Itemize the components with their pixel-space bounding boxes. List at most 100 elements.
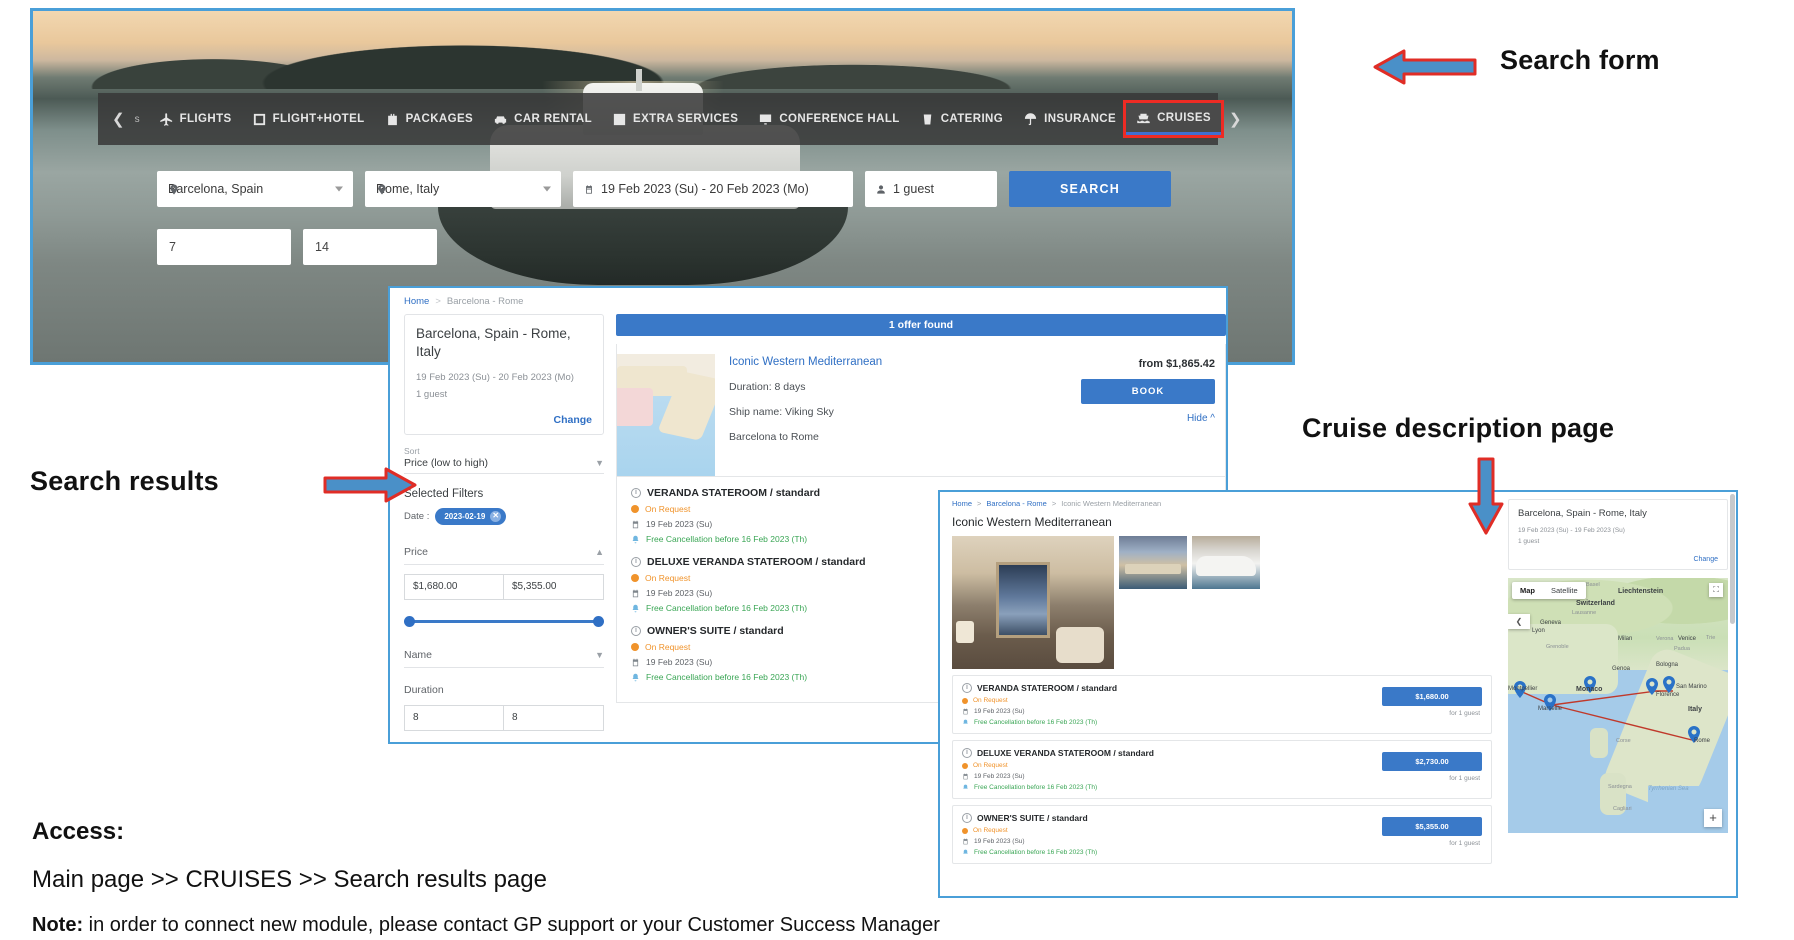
- cabin-price-button[interactable]: $5,355.00: [1382, 817, 1482, 836]
- nav-item-catering[interactable]: CATERING: [910, 105, 1013, 134]
- chevron-left-icon[interactable]: ❮: [1508, 613, 1530, 629]
- access-path: Main page >> CRUISES >> Search results p…: [32, 866, 547, 893]
- duration-max-input[interactable]: 14: [303, 229, 437, 265]
- map-pin-florence[interactable]: [1663, 675, 1675, 693]
- nav-label: CRUISES: [1157, 111, 1211, 124]
- price-filter-header[interactable]: Price ▲: [404, 537, 604, 565]
- summary-guests: 1 guest: [416, 388, 448, 400]
- chevron-up-icon: ▲: [595, 546, 604, 557]
- map-label-basel: Basel: [1586, 581, 1600, 588]
- map-tab-satellite[interactable]: Satellite: [1543, 582, 1586, 599]
- cabin-date: 19 Feb 2023 (Su): [974, 708, 1025, 715]
- room-status: On Request: [645, 642, 691, 652]
- duration-filter-min[interactable]: 8: [404, 704, 504, 731]
- nav-prev-icon[interactable]: ❮: [104, 110, 133, 128]
- destination-field[interactable]: Rome, Italy: [365, 171, 561, 207]
- map-label-milan: Milan: [1618, 635, 1633, 642]
- price-min-input[interactable]: $1,680.00: [404, 573, 504, 600]
- map-label-lyon: Lyon: [1532, 627, 1545, 634]
- duration-range-row: 7 14: [157, 229, 437, 265]
- note-label: Note:: [32, 914, 84, 936]
- search-button[interactable]: SEARCH: [1009, 171, 1171, 207]
- offer-route: Barcelona to Rome: [729, 431, 819, 443]
- cabin-price-button[interactable]: $2,730.00: [1382, 752, 1482, 771]
- car-icon: [495, 115, 507, 124]
- guests-field[interactable]: 1 guest: [865, 171, 997, 207]
- map-tab-map[interactable]: Map: [1512, 582, 1543, 599]
- info-icon[interactable]: i: [631, 626, 641, 636]
- nav-item-insurance[interactable]: INSURANCE: [1013, 105, 1126, 134]
- cabin-status-row: On Request: [962, 762, 1358, 769]
- close-icon[interactable]: ✕: [490, 510, 502, 522]
- chevron-down-icon: ▼: [595, 649, 604, 660]
- bell-icon: [963, 719, 968, 724]
- price-max-input[interactable]: $5,355.00: [504, 573, 604, 600]
- breadcrumb-home[interactable]: Home: [952, 499, 972, 508]
- bell-icon: [963, 784, 968, 789]
- scrollbar-thumb[interactable]: [1730, 494, 1735, 624]
- origin-field[interactable]: Barcelona, Spain: [157, 171, 353, 207]
- cabin-row[interactable]: i OWNER'S SUITE / standard On Request 19…: [952, 805, 1492, 864]
- cabin-name: VERANDA STATEROOM / standard: [977, 683, 1118, 693]
- map-type-tabs: Map Satellite: [1512, 581, 1586, 599]
- change-search-link[interactable]: Change: [416, 414, 592, 426]
- slider-knob-max[interactable]: [593, 615, 604, 627]
- nav-item-conference-hall[interactable]: CONFERENCE HALL: [748, 105, 909, 134]
- book-button[interactable]: BOOK: [1081, 379, 1215, 404]
- duration-min-input[interactable]: 7: [157, 229, 291, 265]
- calendar-icon: [632, 658, 639, 666]
- breadcrumb-route[interactable]: Barcelona - Rome: [986, 499, 1046, 508]
- info-icon[interactable]: i: [962, 683, 972, 693]
- room-date: 19 Feb 2023 (Su): [646, 519, 713, 529]
- price-range-slider[interactable]: [404, 614, 604, 628]
- filter-date-chip[interactable]: 2023-02-19 ✕: [435, 507, 507, 525]
- cabin-row[interactable]: i DELUXE VERANDA STATEROOM / standard On…: [952, 740, 1492, 799]
- offer-price-from: from $1,865.42: [1138, 358, 1215, 370]
- nav-item-cruises[interactable]: CRUISES: [1123, 100, 1224, 138]
- cabin-price-button[interactable]: $1,680.00: [1382, 687, 1482, 706]
- offer-title[interactable]: Iconic Western Mediterranean: [729, 356, 1063, 368]
- calendar-icon: [586, 184, 592, 194]
- nav-item-packages[interactable]: PACKAGES: [375, 105, 484, 134]
- change-search-link[interactable]: Change: [1518, 556, 1718, 563]
- chevron-down-icon[interactable]: [335, 186, 343, 192]
- nav-item-flight-hotel[interactable]: FLIGHT+HOTEL: [242, 105, 375, 134]
- nav-item-car-rental[interactable]: CAR RENTAL: [483, 105, 602, 134]
- name-filter-header[interactable]: Name ▼: [404, 640, 604, 668]
- hide-link[interactable]: Hide ^: [1075, 413, 1215, 424]
- zoom-in-button[interactable]: +: [1704, 808, 1722, 827]
- sort-select[interactable]: Price (low to high) ▼: [404, 456, 604, 474]
- armchair: [1056, 627, 1104, 663]
- breadcrumb-home[interactable]: Home: [404, 296, 429, 307]
- map-label-marseille: Marseille: [1538, 705, 1563, 712]
- breadcrumb-separator: >: [977, 499, 982, 508]
- cabin-header: i OWNER'S SUITE / standard: [962, 813, 1358, 823]
- map-thumbnail[interactable]: [617, 354, 715, 476]
- info-icon[interactable]: i: [631, 488, 641, 498]
- date-range-field[interactable]: 19 Feb 2023 (Su) - 20 Feb 2023 (Mo): [573, 171, 853, 207]
- breadcrumb: Home > Barcelona - Rome > Iconic Western…: [952, 499, 1502, 508]
- name-filter-label: Name: [404, 648, 433, 661]
- fullscreen-icon[interactable]: ⛶: [1709, 582, 1723, 597]
- ship-photo[interactable]: [1192, 536, 1260, 589]
- nav-item-extra-services[interactable]: EXTRA SERVICES: [602, 105, 748, 134]
- nav-next-icon[interactable]: ❯: [1221, 110, 1250, 128]
- cabin-row[interactable]: i VERANDA STATEROOM / standard On Reques…: [952, 675, 1492, 734]
- slider-knob-min[interactable]: [404, 615, 415, 627]
- pool-deck-photo[interactable]: [1119, 536, 1187, 589]
- calendar-icon: [963, 708, 968, 715]
- info-icon[interactable]: i: [962, 813, 972, 823]
- cabin-photo[interactable]: [952, 536, 1114, 669]
- route-map[interactable]: Map Satellite ⛶ ❮ + Liechtenstein Switze…: [1508, 577, 1728, 833]
- duration-filter-max[interactable]: 8: [504, 704, 604, 731]
- chevron-down-icon[interactable]: [543, 186, 551, 192]
- status-dot-icon: [962, 827, 968, 834]
- breadcrumb-current: Barcelona - Rome: [446, 296, 524, 307]
- nav-item-flights[interactable]: FLIGHTS: [149, 105, 242, 134]
- room-date: 19 Feb 2023 (Su): [646, 588, 713, 598]
- info-icon[interactable]: i: [631, 557, 641, 567]
- info-icon[interactable]: i: [962, 748, 972, 758]
- cabin-status-row: On Request: [962, 697, 1358, 704]
- nav-label: CONFERENCE HALL: [779, 113, 900, 125]
- summary-title: Barcelona, Spain - Rome, Italy: [1518, 508, 1647, 519]
